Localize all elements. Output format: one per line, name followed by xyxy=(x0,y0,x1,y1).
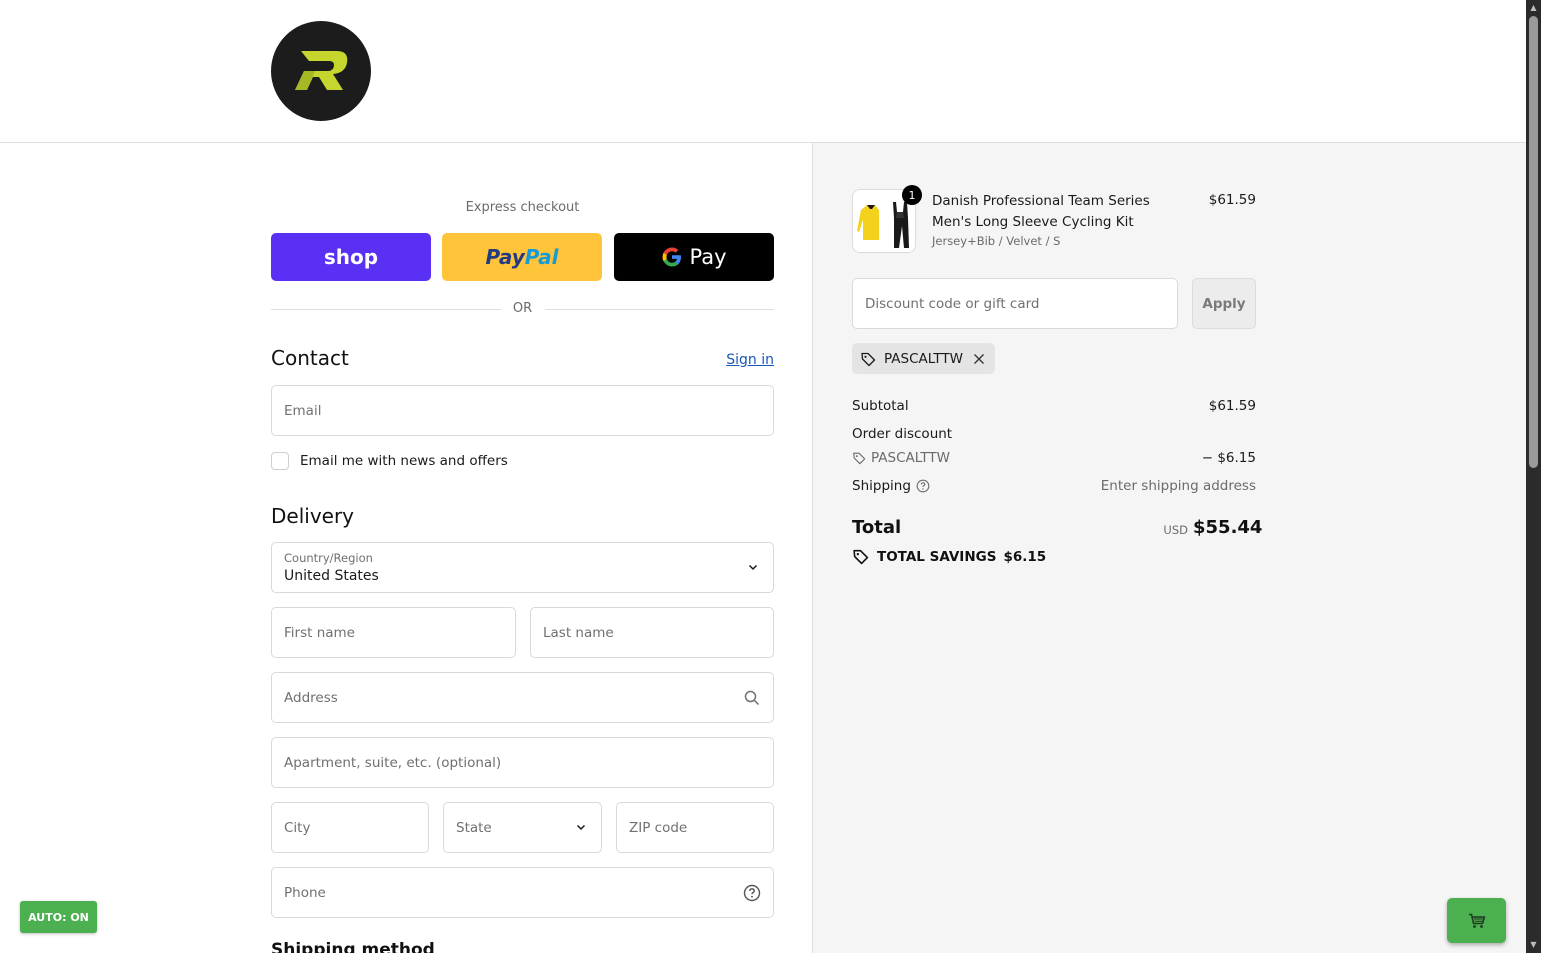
zip-field[interactable] xyxy=(616,802,774,853)
or-divider: OR xyxy=(271,301,774,319)
total-value: $55.44 xyxy=(1193,517,1263,538)
shop-pay-button[interactable]: shop xyxy=(271,233,431,281)
tag-icon xyxy=(861,352,876,366)
help-circle-icon[interactable] xyxy=(916,479,930,493)
chevron-down-icon xyxy=(576,824,586,831)
shipping-value: Enter shipping address xyxy=(1100,478,1256,494)
scroll-down-icon[interactable]: ▼ xyxy=(1529,940,1538,949)
apartment-field[interactable] xyxy=(271,737,774,788)
product-variant: Jersey+Bib / Velvet / S xyxy=(932,234,1061,248)
shipping-label: Shipping xyxy=(852,478,911,494)
shop-pay-label: shop xyxy=(323,245,379,269)
email-input[interactable] xyxy=(272,386,773,435)
paypal-label-part2: Pal xyxy=(524,245,559,269)
newsletter-label[interactable]: Email me with news and offers xyxy=(300,453,508,469)
discount-code-row: PASCALTTW − $6.15 xyxy=(852,450,1256,469)
last-name-field[interactable] xyxy=(530,607,774,658)
applied-discount-chip: PASCALTTW xyxy=(852,343,996,374)
or-line-right xyxy=(545,309,774,310)
paypal-label-part1: Pay xyxy=(485,245,525,269)
shipping-method-title: Shipping method xyxy=(271,940,435,953)
store-header xyxy=(0,0,1526,143)
country-value: United States xyxy=(284,568,379,584)
order-discount-label: Order discount xyxy=(852,426,953,442)
chevron-down-icon xyxy=(748,564,758,571)
newsletter-option[interactable]: Email me with news and offers xyxy=(271,451,508,471)
auto-toggle-button[interactable]: AUTO: ON xyxy=(20,901,97,933)
google-g-icon xyxy=(662,247,682,267)
google-pay-button[interactable]: Pay xyxy=(614,233,774,281)
city-input[interactable] xyxy=(272,803,428,852)
savings-value: $6.15 xyxy=(1003,548,1047,565)
quantity-badge: 1 xyxy=(902,185,922,205)
phone-field[interactable] xyxy=(271,867,774,918)
city-field[interactable] xyxy=(271,802,429,853)
country-select[interactable]: Country/Region United States xyxy=(271,542,774,593)
currency-code: USD xyxy=(1163,523,1188,537)
first-name-input[interactable] xyxy=(272,608,515,657)
cart-button[interactable] xyxy=(1447,898,1506,943)
newsletter-checkbox[interactable] xyxy=(271,452,289,470)
phone-input[interactable] xyxy=(272,868,773,917)
zip-input[interactable] xyxy=(617,803,773,852)
total-savings: TOTAL SAVINGS $6.15 xyxy=(852,548,1046,565)
shipping-row: Shipping Enter shipping address xyxy=(852,478,1256,494)
store-logo[interactable] xyxy=(271,21,371,121)
last-name-input[interactable] xyxy=(531,608,773,657)
first-name-field[interactable] xyxy=(271,607,516,658)
scrollbar-thumb[interactable] xyxy=(1529,16,1538,468)
email-field[interactable] xyxy=(271,385,774,436)
paypal-button[interactable]: Pay Pal xyxy=(442,233,602,281)
state-placeholder: State xyxy=(456,820,492,836)
discount-code-label: PASCALTTW xyxy=(871,450,951,466)
subtotal-row: Subtotal $61.59 xyxy=(852,398,1256,414)
order-summary-column: 1 Danish Professional Team Series Men's … xyxy=(812,143,1526,953)
google-pay-label: Pay xyxy=(689,245,727,269)
search-icon xyxy=(744,690,760,706)
subtotal-value: $61.59 xyxy=(1208,398,1256,414)
product-price: $61.59 xyxy=(1208,192,1256,208)
scroll-up-icon[interactable]: ▲ xyxy=(1529,3,1538,12)
contact-title: Contact xyxy=(271,346,349,370)
discount-field[interactable] xyxy=(852,278,1178,329)
state-select[interactable]: State xyxy=(443,802,602,853)
sign-in-link[interactable]: Sign in xyxy=(700,352,774,368)
help-circle-icon[interactable] xyxy=(743,884,761,902)
address-input[interactable] xyxy=(272,673,773,722)
delivery-title: Delivery xyxy=(271,504,355,528)
address-field[interactable] xyxy=(271,672,774,723)
checkout-form-column: Express checkout shop Pay Pal Pay OR Cont… xyxy=(0,143,812,953)
checkout-page: Express checkout shop Pay Pal Pay OR Cont… xyxy=(0,0,1541,953)
page-scrollbar[interactable]: ▲ ▼ xyxy=(1526,0,1541,953)
discount-value: − $6.15 xyxy=(1201,450,1256,466)
applied-code-label: PASCALTTW xyxy=(884,350,964,367)
tag-icon xyxy=(853,549,869,565)
discount-input[interactable] xyxy=(853,279,1177,328)
apply-discount-button[interactable]: Apply xyxy=(1192,278,1256,329)
product-name: Danish Professional Team Series Men's Lo… xyxy=(932,193,1150,230)
logo-r-mark xyxy=(295,51,348,90)
remove-discount-icon[interactable] xyxy=(973,353,985,365)
tag-icon xyxy=(853,452,866,465)
express-checkout-label: Express checkout xyxy=(465,200,580,215)
subtotal-label: Subtotal xyxy=(852,398,909,414)
savings-label: TOTAL SAVINGS xyxy=(877,548,997,565)
total-label: Total xyxy=(852,517,902,538)
country-label: Country/Region xyxy=(284,551,373,565)
cart-icon xyxy=(1468,913,1485,928)
order-discount-row: Order discount xyxy=(852,426,1256,442)
apartment-input[interactable] xyxy=(272,738,773,787)
